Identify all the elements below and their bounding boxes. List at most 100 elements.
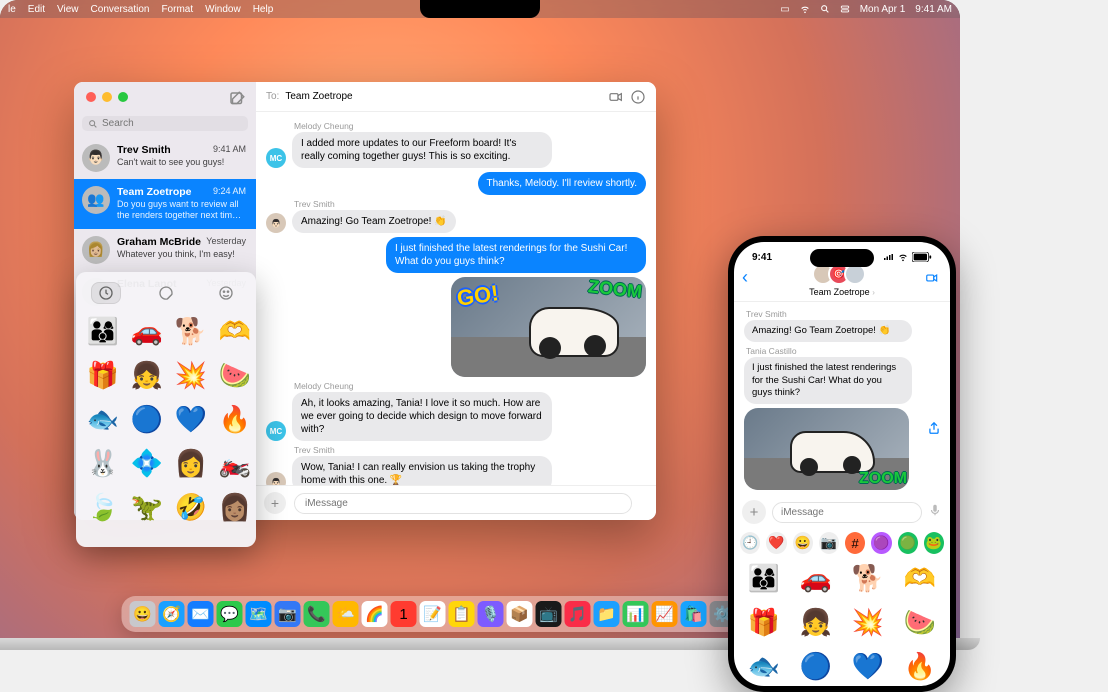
message-bubble[interactable]: Thanks, Melody. I'll review shortly. [478,172,646,195]
menu-item[interactable]: Help [253,4,274,15]
menu-item[interactable]: Window [205,4,241,15]
sticker-item[interactable]: 🎁 [740,602,788,642]
sticker-item[interactable]: 🔥 [896,646,944,686]
image-attachment[interactable]: ZOOM [744,408,909,490]
sticker-tab-recents[interactable] [91,282,121,304]
sticker-item[interactable]: 🚗 [128,312,166,350]
window-close-button[interactable] [86,92,96,102]
sticker-item[interactable]: 🐰 [84,444,122,482]
dock-app[interactable]: 🛍️ [681,601,707,627]
dock-app[interactable]: ✉️ [188,601,214,627]
sticker-item[interactable]: 🐟 [740,646,788,686]
menu-item[interactable]: Format [161,4,193,15]
sticker-item[interactable]: 👨‍👩‍👦 [740,558,788,598]
message-bubble[interactable]: I added more updates to our Freeform boa… [292,132,552,168]
sticker-item[interactable]: 🐕 [172,312,210,350]
imessage-app[interactable]: 🕘 [740,532,760,554]
iphone-message-input[interactable] [772,502,922,523]
compose-new-button[interactable] [228,90,246,108]
sticker-item[interactable]: 🐕 [844,558,892,598]
sticker-item[interactable]: 👧 [128,356,166,394]
message-bubble[interactable]: Ah, it looks amazing, Tania! I love it s… [292,392,552,441]
sticker-item[interactable]: 🚗 [792,558,840,598]
conversation-item[interactable]: 👩🏼 Graham McBrideYesterday Whatever you … [74,229,256,271]
facetime-icon[interactable] [922,271,942,290]
dock-app[interactable]: 📈 [652,601,678,627]
dock-app[interactable]: 📺 [536,601,562,627]
dock-app[interactable]: 📞 [304,601,330,627]
sticker-item[interactable]: 👩🏽 [216,488,254,526]
imessage-app[interactable]: 🟣 [871,532,891,554]
sticker-item[interactable]: 🦖 [128,488,166,526]
message-bubble[interactable]: I just finished the latest renderings fo… [744,357,912,404]
sticker-item[interactable]: 💥 [844,602,892,642]
search-menubar-icon[interactable] [820,4,830,14]
dock-app[interactable]: 1 [391,601,417,627]
sticker-item[interactable]: 🍃 [84,488,122,526]
imessage-app[interactable]: # [845,532,865,554]
menu-item[interactable]: View [57,4,79,15]
dock-app[interactable]: 📋 [449,601,475,627]
dictation-icon[interactable] [928,503,942,522]
sticker-item[interactable]: 🏍️ [216,444,254,482]
image-attachment[interactable]: GO!ZOOM [451,277,646,377]
menu-item[interactable]: le [8,4,16,15]
sticker-item[interactable]: 🔵 [792,646,840,686]
sticker-item[interactable]: 👩 [172,444,210,482]
dock-app[interactable]: 📝 [420,601,446,627]
dock-app[interactable]: 🌤️ [333,601,359,627]
imessage-app[interactable]: 📷 [819,532,839,554]
sticker-item[interactable]: 🫶 [896,558,944,598]
control-center-icon[interactable] [840,4,850,14]
back-button[interactable]: ‹ [742,267,748,288]
sticker-item[interactable]: 🐟 [84,400,122,438]
sticker-item[interactable]: 🍉 [896,602,944,642]
window-maximize-button[interactable] [118,92,128,102]
sticker-item[interactable]: 🤣 [172,488,210,526]
sticker-item[interactable]: 💙 [172,400,210,438]
dock-app[interactable]: 🧭 [159,601,185,627]
imessage-app[interactable]: 😀 [793,532,813,554]
window-minimize-button[interactable] [102,92,112,102]
sticker-tab-stickers[interactable] [151,282,181,304]
imessage-app[interactable]: 🐸 [924,532,944,554]
dock-app[interactable]: 📁 [594,601,620,627]
sticker-item[interactable]: 🔥 [216,400,254,438]
dock-app[interactable]: 🎙️ [478,601,504,627]
sticker-item[interactable]: 💙 [844,646,892,686]
message-bubble[interactable]: Amazing! Go Team Zoetrope! 👏 [744,320,912,342]
message-bubble[interactable]: Wow, Tania! I can really envision us tak… [292,456,552,485]
sticker-item[interactable]: 🎁 [84,356,122,394]
conversation-item[interactable]: 👥 Team Zoetrope9:24 AM Do you guys want … [74,179,256,229]
info-icon[interactable] [630,89,646,105]
sticker-tab-emoji[interactable] [211,282,241,304]
sticker-item[interactable]: 👧 [792,602,840,642]
menubar-date[interactable]: Mon Apr 1 [860,4,906,15]
menu-item[interactable]: Edit [28,4,45,15]
iphone-conversation-title[interactable]: Team Zoetrope [809,287,870,297]
dock-app[interactable]: 📊 [623,601,649,627]
share-button[interactable] [924,418,944,438]
message-input[interactable] [294,493,632,514]
imessage-app[interactable]: 🟢 [898,532,918,554]
apps-plus-button[interactable]: + [742,500,766,524]
dock-app[interactable]: 📦 [507,601,533,627]
sticker-item[interactable]: 🔵 [128,400,166,438]
sticker-item[interactable]: 👨‍👩‍👦 [84,312,122,350]
message-bubble[interactable]: Amazing! Go Team Zoetrope! 👏 [292,210,456,233]
sticker-item[interactable]: 🍉 [216,356,254,394]
sticker-item[interactable]: 💠 [128,444,166,482]
dock-app[interactable]: 🎵 [565,601,591,627]
facetime-icon[interactable] [608,89,624,105]
sticker-item[interactable]: 💥 [172,356,210,394]
dock-app[interactable]: 💬 [217,601,243,627]
imessage-app[interactable]: ❤️ [766,532,786,554]
dock-app[interactable]: 😀 [130,601,156,627]
sticker-item[interactable]: 🫶 [216,312,254,350]
dock-app[interactable]: 🗺️ [246,601,272,627]
message-bubble[interactable]: I just finished the latest renderings fo… [386,237,646,273]
search-input[interactable] [102,118,242,129]
dock-app[interactable]: 📷 [275,601,301,627]
dock-app[interactable]: 🌈 [362,601,388,627]
search-field[interactable] [82,116,248,131]
